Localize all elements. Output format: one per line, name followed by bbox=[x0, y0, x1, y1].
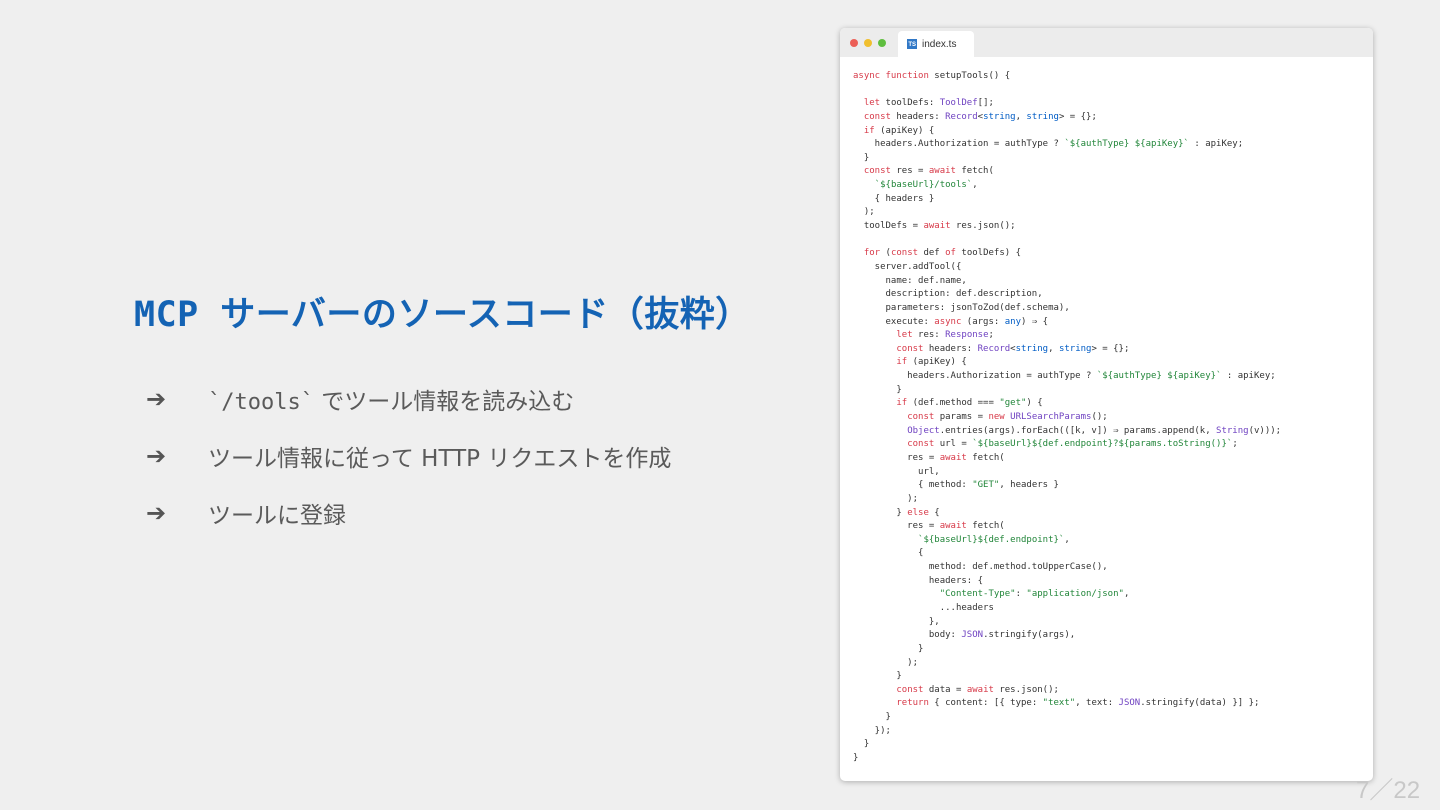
code-line: `${baseUrl}/tools`, bbox=[874, 180, 978, 191]
code-line: let toolDefs: ToolDef[]; bbox=[863, 98, 994, 109]
tab-label: index.ts bbox=[922, 38, 957, 50]
code-line: { bbox=[853, 548, 924, 559]
code-line: if (def.method === "get") { bbox=[896, 398, 1043, 409]
code-line: Object.entries(args).forEach(([k, v]) ⇒ … bbox=[907, 425, 1282, 436]
code-line: return { content: [{ type: "text", text:… bbox=[896, 698, 1260, 709]
code-line: toolDefs = await res.json(); bbox=[853, 221, 1016, 232]
tab-index-ts[interactable]: TS index.ts bbox=[898, 31, 974, 57]
code-line: const headers: Record<string, string> = … bbox=[896, 343, 1130, 354]
minimize-window-icon[interactable] bbox=[864, 39, 872, 47]
code-block: async function setupTools() { let toolDe… bbox=[853, 70, 1281, 766]
bullet-label: でツール情報を読み込む bbox=[313, 388, 575, 415]
code-line: { headers } bbox=[853, 193, 935, 204]
typescript-icon: TS bbox=[907, 39, 917, 49]
code-line: parameters: jsonToZod(def.schema), bbox=[853, 302, 1070, 313]
code-line: async function setupTools() { bbox=[853, 71, 1011, 81]
code-editor-window: TS index.ts async function setupTools() … bbox=[840, 28, 1373, 781]
code-line: execute: async (args: any) ⇒ { bbox=[853, 316, 1049, 327]
code-line: } else { bbox=[853, 507, 940, 518]
maximize-window-icon[interactable] bbox=[878, 39, 886, 47]
code-line: }); bbox=[853, 725, 891, 736]
code-line: const url = `${baseUrl}${def.endpoint}?$… bbox=[907, 439, 1238, 450]
arrow-icon: ➔ bbox=[146, 441, 167, 470]
code-line: for (const def of toolDefs) { bbox=[863, 248, 1022, 259]
code-line: headers: { bbox=[853, 575, 984, 586]
code-line: } bbox=[853, 739, 870, 750]
close-window-icon[interactable] bbox=[850, 39, 858, 47]
code-line: const data = await res.json(); bbox=[896, 684, 1059, 695]
code-line: }, bbox=[853, 616, 940, 627]
bullet-code: `/tools` bbox=[208, 389, 314, 415]
code-line: ...headers bbox=[853, 602, 994, 613]
code-line: url, bbox=[853, 466, 940, 477]
bullet-list: ➔ `/tools` でツール情報を読み込む ➔ ツール情報に従って HTTP … bbox=[146, 370, 671, 541]
code-line: } bbox=[853, 152, 870, 163]
code-line: ); bbox=[853, 207, 875, 218]
code-line: if (apiKey) { bbox=[896, 357, 967, 368]
code-line: method: def.method.toUpperCase(), bbox=[853, 562, 1108, 573]
code-line: const params = new URLSearchParams(); bbox=[907, 412, 1108, 423]
code-line: "Content-Type": "application/json", bbox=[939, 589, 1130, 600]
code-line: res = await fetch( bbox=[853, 452, 1005, 463]
bullet-text: ツール情報に従って HTTP リクエストを作成 bbox=[208, 445, 672, 472]
code-line: ); bbox=[853, 493, 919, 504]
code-line: headers.Authorization = authType ? `${au… bbox=[853, 139, 1244, 150]
code-line: const res = await fetch( bbox=[863, 166, 994, 177]
code-line: server.addTool({ bbox=[853, 261, 962, 272]
code-line: } bbox=[853, 712, 891, 723]
code-line: description: def.description, bbox=[853, 289, 1043, 300]
bullet-text: ツールに登録 bbox=[208, 502, 346, 529]
code-line: headers.Authorization = authType ? `${au… bbox=[853, 371, 1276, 382]
bullet-item: ➔ ツールに登録 bbox=[146, 484, 671, 541]
code-line: } bbox=[853, 753, 859, 764]
code-line: res = await fetch( bbox=[853, 521, 1005, 532]
code-line: ); bbox=[853, 657, 919, 668]
code-line: const headers: Record<string, string> = … bbox=[863, 111, 1097, 122]
code-line: } bbox=[853, 384, 902, 395]
code-line: `${baseUrl}${def.endpoint}`, bbox=[918, 534, 1070, 545]
code-line: if (apiKey) { bbox=[863, 125, 935, 136]
bullet-text: `/tools` でツール情報を読み込む bbox=[208, 382, 574, 416]
page-number: 7／22 bbox=[1356, 777, 1421, 804]
code-line: name: def.name, bbox=[853, 275, 967, 286]
slide-title: MCP サーバーのソースコード（抜粋） bbox=[134, 295, 751, 335]
code-line: } bbox=[853, 671, 902, 682]
code-line: { method: "GET", headers } bbox=[853, 480, 1059, 491]
code-line: let res: Response; bbox=[896, 330, 994, 341]
bullet-item: ➔ ツール情報に従って HTTP リクエストを作成 bbox=[146, 427, 671, 484]
code-line: body: JSON.stringify(args), bbox=[853, 630, 1076, 641]
code-line: } bbox=[853, 643, 924, 654]
arrow-icon: ➔ bbox=[146, 498, 167, 527]
editor-titlebar: TS index.ts bbox=[840, 28, 1373, 57]
arrow-icon: ➔ bbox=[146, 384, 167, 413]
bullet-item: ➔ `/tools` でツール情報を読み込む bbox=[146, 370, 671, 427]
